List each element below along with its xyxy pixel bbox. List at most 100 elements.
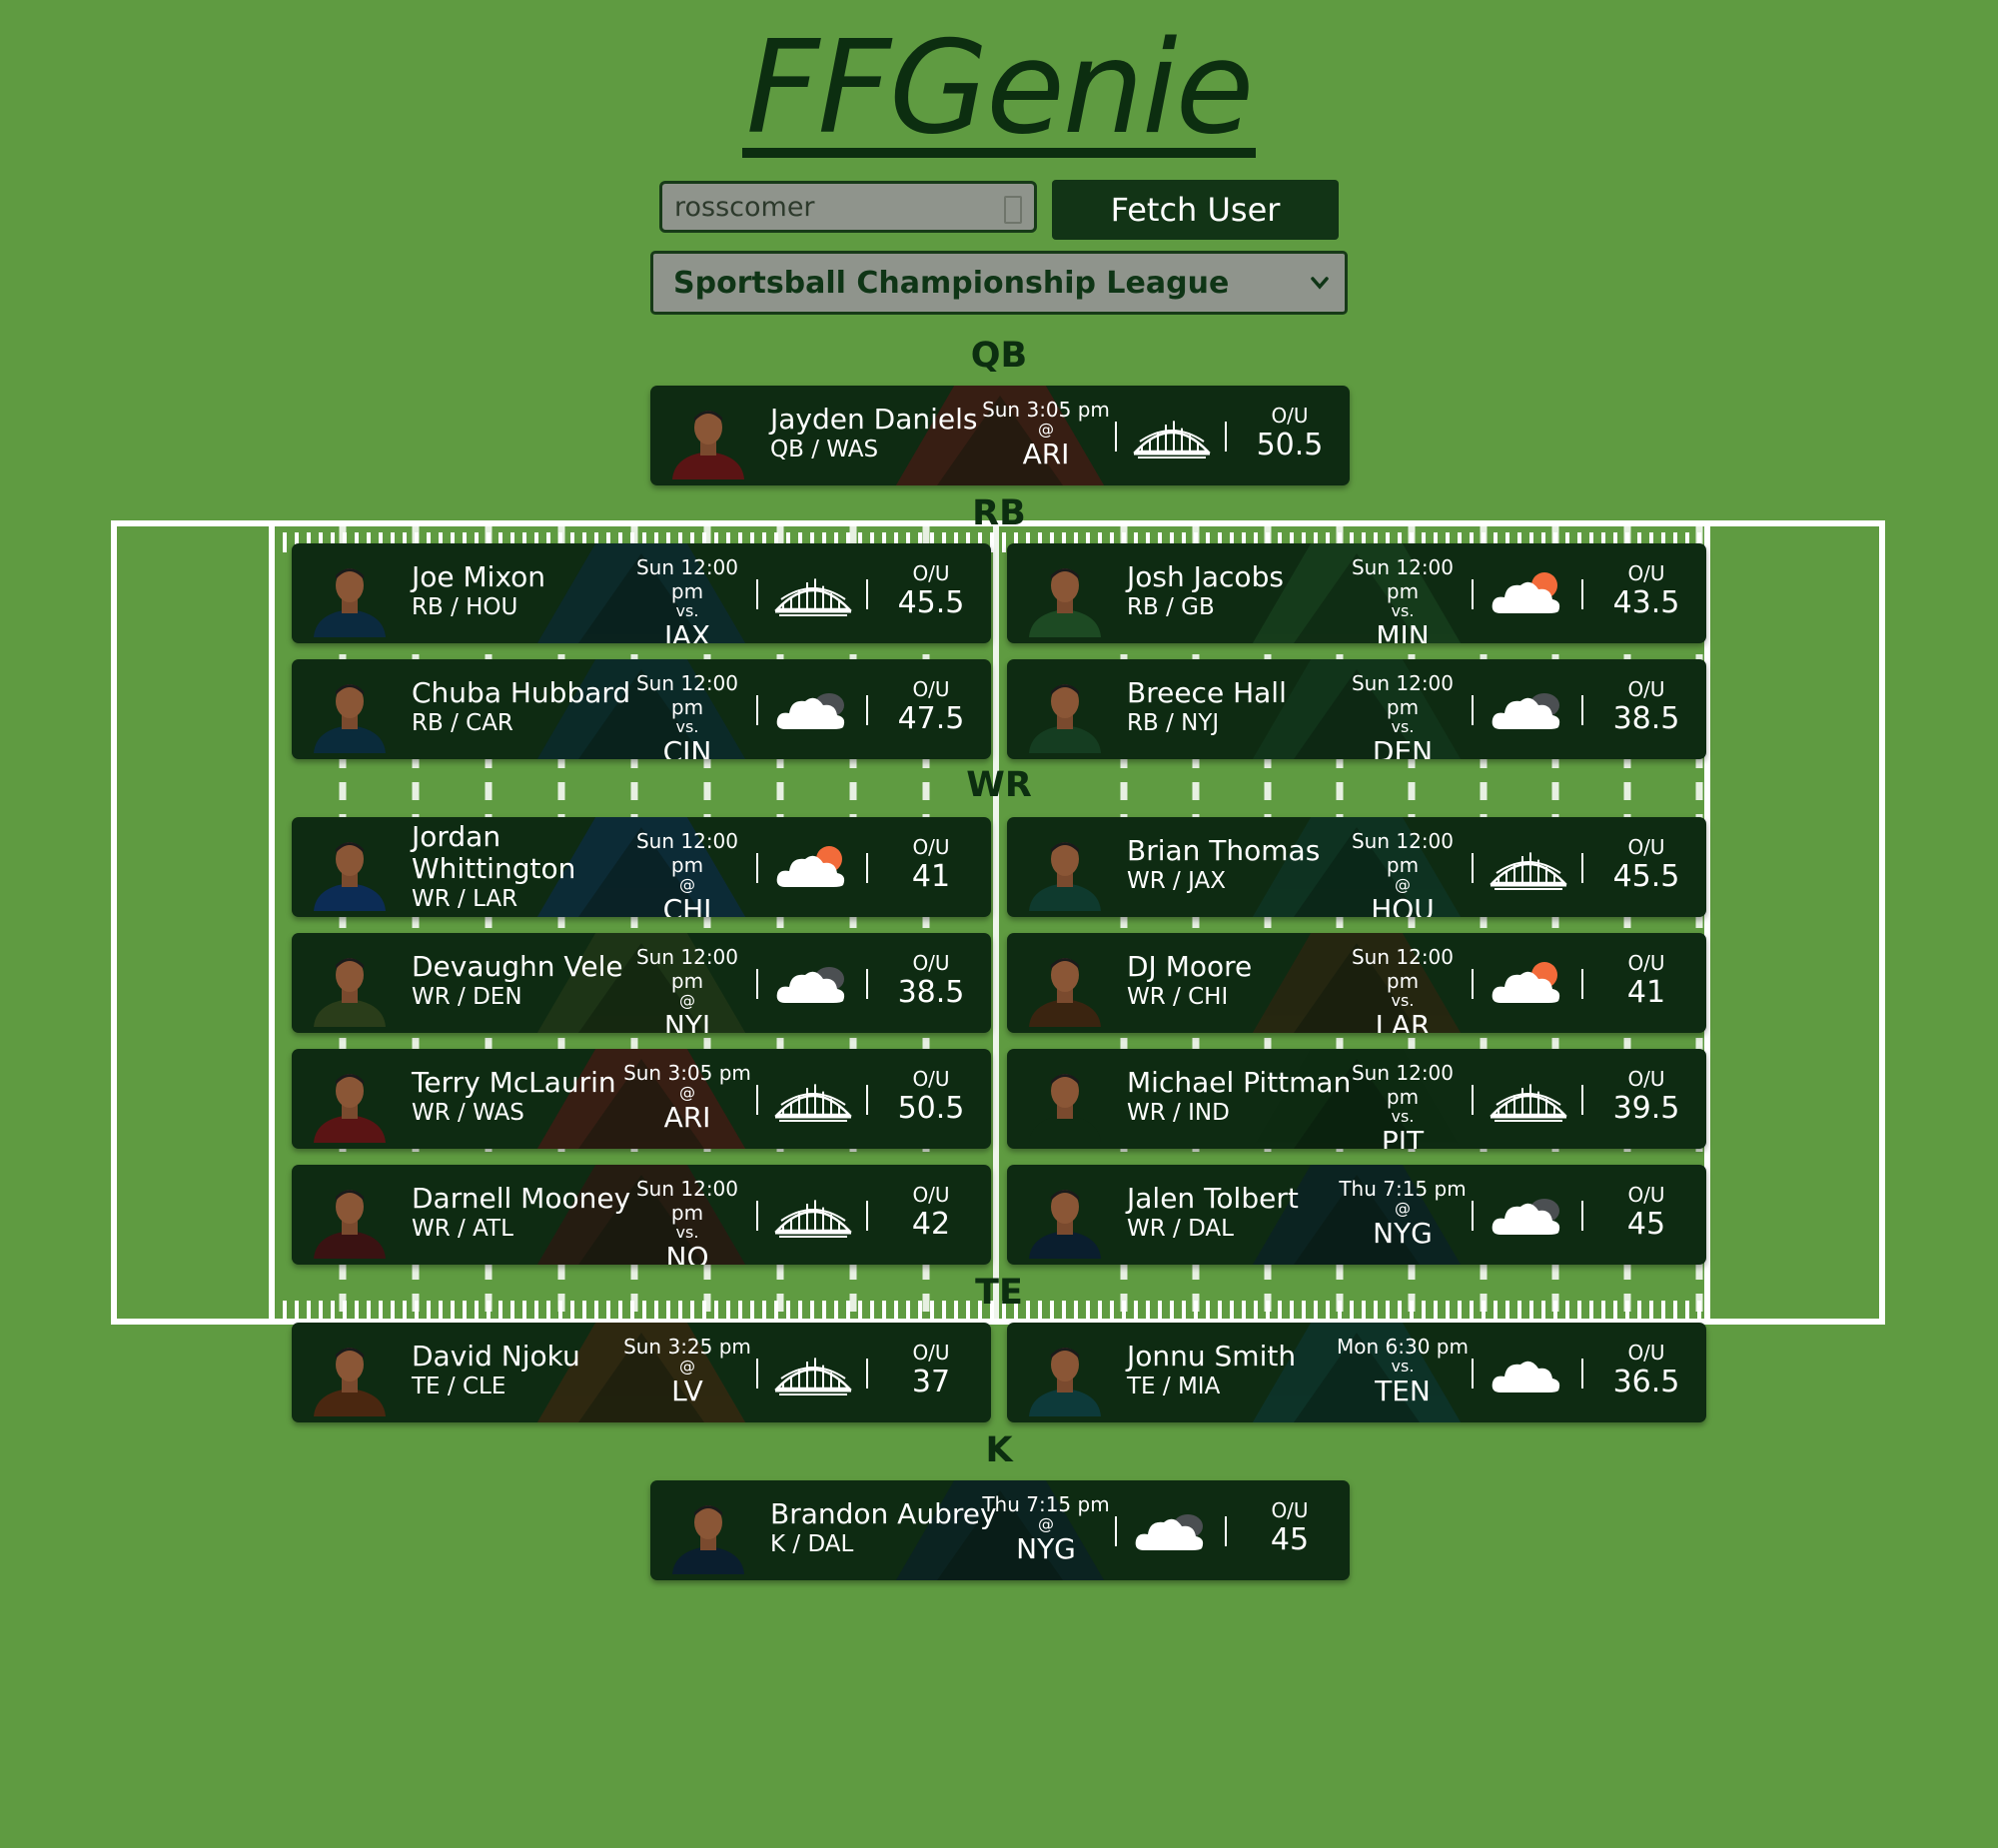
player-card[interactable]: Brandon Aubrey K / DAL Thu 7:15 pm @ NYG O/U 4…	[650, 1480, 1350, 1580]
player-card[interactable]: Michael Pittman WR / IND Sun 12:00 pm vs. PI…	[1007, 1049, 1706, 1149]
game-info: Sun 12:00 pm vs. LAR	[1333, 945, 1473, 1033]
player-card[interactable]: DJ Moore WR / CHI Sun 12:00 pm vs. LAR O/U 41	[1007, 933, 1706, 1033]
section-label-qb: QB	[970, 336, 1028, 376]
game-home-away: vs.	[675, 1223, 699, 1242]
game-info: Sun 3:05 pm @ ARI	[617, 1061, 757, 1135]
game-info: Sun 12:00 pm vs. NO	[617, 1177, 757, 1265]
dome-stadium-icon	[773, 569, 853, 619]
game-opponent: LAR	[1375, 1009, 1431, 1033]
card-divider	[756, 1201, 758, 1231]
player-position-team: WR / ATL	[412, 1216, 513, 1242]
player-name: Michael Pittman	[1127, 1066, 1352, 1099]
over-under: O/U 38.5	[881, 951, 981, 1011]
game-info: Sun 12:00 pm vs. DEN	[1333, 671, 1473, 759]
player-card[interactable]: Jonnu Smith TE / MIA Mon 6:30 pm vs. TEN O/U 3…	[1007, 1323, 1706, 1422]
player-name: Jayden Daniels	[770, 403, 978, 436]
partly-sunny-icon	[1489, 569, 1568, 619]
player-position-team: WR / LAR	[412, 886, 518, 912]
game-opponent: CIN	[662, 735, 712, 759]
player-headshot-avatar	[1025, 1063, 1105, 1143]
dome-stadium-icon	[773, 1191, 853, 1241]
game-home-away: @	[679, 1083, 695, 1102]
card-divider	[1472, 969, 1474, 999]
card-divider	[1225, 422, 1227, 452]
game-time: Sun 12:00 pm	[635, 829, 739, 877]
player-card[interactable]: Brian Thomas WR / JAX Sun 12:00 pm @ HOU O/U 4…	[1007, 817, 1706, 917]
game-time: Sun 3:05 pm	[623, 1061, 751, 1085]
over-under-label: O/U	[1271, 404, 1309, 428]
player-headshot-avatar	[1025, 947, 1105, 1027]
over-under: O/U 41	[881, 835, 981, 895]
player-card[interactable]: Jayden Daniels QB / WAS Sun 3:05 pm @ ARI O/U…	[650, 386, 1350, 485]
player-headshot-avatar	[310, 831, 390, 911]
game-opponent: NO	[665, 1241, 709, 1265]
player-card[interactable]: Breece Hall RB / NYJ Sun 12:00 pm vs. DEN O/U…	[1007, 659, 1706, 759]
card-divider	[756, 853, 758, 883]
over-under-value: 50.5	[1256, 428, 1324, 462]
player-card[interactable]: Terry McLaurin WR / WAS Sun 3:05 pm @ ARI O/U…	[292, 1049, 991, 1149]
league-select[interactable]: Sportsball Championship League	[650, 251, 1348, 315]
over-under: O/U 50.5	[1240, 404, 1340, 463]
game-info: Sun 3:05 pm @ ARI	[976, 398, 1116, 471]
over-under-label: O/U	[912, 561, 950, 585]
over-under: O/U 38.5	[1596, 677, 1696, 737]
player-card[interactable]: Joe Mixon RB / HOU Sun 12:00 pm vs. JAX O/U 45…	[292, 543, 991, 643]
player-headshot-avatar	[1025, 1179, 1105, 1259]
player-position-team: WR / IND	[1127, 1100, 1230, 1126]
player-position-team: K / DAL	[770, 1531, 854, 1557]
game-opponent: MIN	[1376, 619, 1430, 643]
card-divider	[866, 1085, 868, 1115]
game-info: Sun 12:00 pm vs. PIT	[1333, 1061, 1473, 1149]
player-card[interactable]: Darnell Mooney WR / ATL Sun 12:00 pm vs. NO O…	[292, 1165, 991, 1265]
over-under: O/U 42	[881, 1183, 981, 1243]
over-under-value: 50.5	[897, 1091, 965, 1126]
game-opponent: DEN	[1372, 735, 1434, 759]
player-card[interactable]: Jalen Tolbert WR / DAL Thu 7:15 pm @ NYG O/U 4…	[1007, 1165, 1706, 1265]
player-headshot-avatar	[310, 1063, 390, 1143]
game-info: Sun 12:00 pm vs. MIN	[1333, 555, 1473, 643]
over-under-label: O/U	[1271, 1498, 1309, 1522]
over-under-value: 43.5	[1612, 585, 1680, 620]
player-headshot-avatar	[1025, 557, 1105, 637]
over-under-value: 37	[911, 1365, 951, 1399]
over-under-value: 42	[911, 1207, 951, 1242]
dome-stadium-icon	[773, 1349, 853, 1398]
player-card[interactable]: Devaughn Vele WR / DEN Sun 12:00 pm @ NYJ O/U…	[292, 933, 991, 1033]
game-home-away: vs.	[1391, 601, 1415, 620]
player-card[interactable]: Jordan Whittington WR / LAR Sun 12:00 pm @ C…	[292, 817, 991, 917]
over-under-label: O/U	[912, 1183, 950, 1207]
card-divider	[1472, 695, 1474, 725]
card-divider	[1581, 695, 1583, 725]
game-time: Sun 12:00 pm	[1351, 945, 1455, 993]
card-divider	[1115, 422, 1117, 452]
over-under: O/U 43.5	[1596, 561, 1696, 621]
player-name: David Njoku	[412, 1340, 580, 1373]
player-name: Chuba Hubbard	[412, 676, 631, 709]
over-under-label: O/U	[1627, 835, 1665, 859]
player-card[interactable]: Josh Jacobs RB / GB Sun 12:00 pm vs. MIN O/U 4…	[1007, 543, 1706, 643]
game-opponent: ARI	[1022, 438, 1070, 470]
game-home-away: vs.	[1391, 717, 1415, 736]
fetch-user-button[interactable]: Fetch User	[1052, 180, 1339, 240]
username-input[interactable]: rosscomer	[659, 181, 1037, 233]
game-time: Mon 6:30 pm	[1337, 1335, 1469, 1359]
partly-sunny-icon	[1489, 959, 1568, 1009]
player-card[interactable]: David Njoku TE / CLE Sun 3:25 pm @ LV O/U 37	[292, 1323, 991, 1422]
card-divider	[1581, 1359, 1583, 1388]
player-name: Breece Hall	[1127, 676, 1287, 709]
username-value: rosscomer	[674, 191, 815, 223]
player-headshot-avatar	[310, 1337, 390, 1416]
player-card[interactable]: Chuba Hubbard RB / CAR Sun 12:00 pm vs. CIN O…	[292, 659, 991, 759]
player-headshot-avatar	[668, 400, 748, 479]
player-name: Devaughn Vele	[412, 950, 623, 983]
cloudy-icon	[1489, 685, 1568, 735]
card-divider	[756, 1085, 758, 1115]
game-time: Sun 12:00 pm	[1351, 1061, 1455, 1109]
over-under-value: 45.5	[1612, 859, 1680, 894]
game-time: Sun 3:05 pm	[982, 398, 1110, 422]
game-info: Thu 7:15 pm @ NYG	[1333, 1177, 1473, 1251]
game-info: Sun 12:00 pm @ CHI	[617, 829, 757, 917]
game-home-away: @	[1038, 1514, 1054, 1533]
game-info: Sun 12:00 pm @ NYJ	[617, 945, 757, 1033]
player-position-team: WR / JAX	[1127, 868, 1226, 894]
